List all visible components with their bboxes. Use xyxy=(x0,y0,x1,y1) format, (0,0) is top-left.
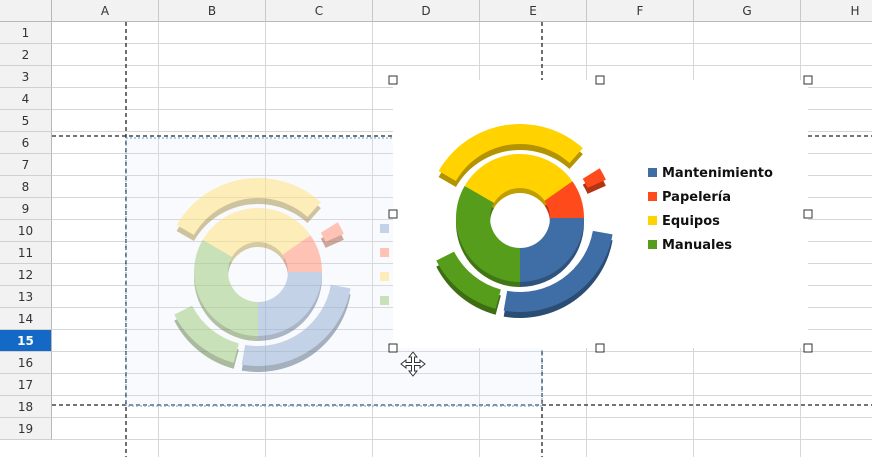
resize-handle[interactable] xyxy=(803,343,813,353)
resize-handle[interactable] xyxy=(803,75,813,85)
legend-label: Papelería xyxy=(662,190,731,205)
chart-area[interactable] xyxy=(393,80,808,348)
legend-swatch-3 xyxy=(648,240,657,249)
legend-label: Equipos xyxy=(662,214,720,229)
resize-handle[interactable] xyxy=(803,209,813,219)
resize-handle[interactable] xyxy=(388,343,398,353)
legend-label: Manuales xyxy=(662,238,732,253)
resize-handle[interactable] xyxy=(388,209,398,219)
resize-handle[interactable] xyxy=(595,343,605,353)
legend-label: Mantenimiento xyxy=(662,166,773,181)
legend-swatch-2 xyxy=(648,216,657,225)
legend-swatch-3 xyxy=(380,296,389,305)
donut-chart[interactable]: Mantenimiento Papelería Equipos Manuales xyxy=(388,75,813,353)
sheet-canvas[interactable]: Mantenimiento Papelería Equipos Manuales Ma… xyxy=(0,0,872,457)
resize-handle[interactable] xyxy=(388,75,398,85)
resize-handle[interactable] xyxy=(595,75,605,85)
legend-swatch-1 xyxy=(648,192,657,201)
legend-swatch-1 xyxy=(380,248,389,257)
legend-swatch-0 xyxy=(380,224,389,233)
legend-swatch-2 xyxy=(380,272,389,281)
spreadsheet-grid[interactable]: ABCDEFGH 1 2 3 4 5 6 7 8 9 10 11 12 13 14 15 16 17 18 19 M… xyxy=(0,0,872,457)
legend-swatch-0 xyxy=(648,168,657,177)
